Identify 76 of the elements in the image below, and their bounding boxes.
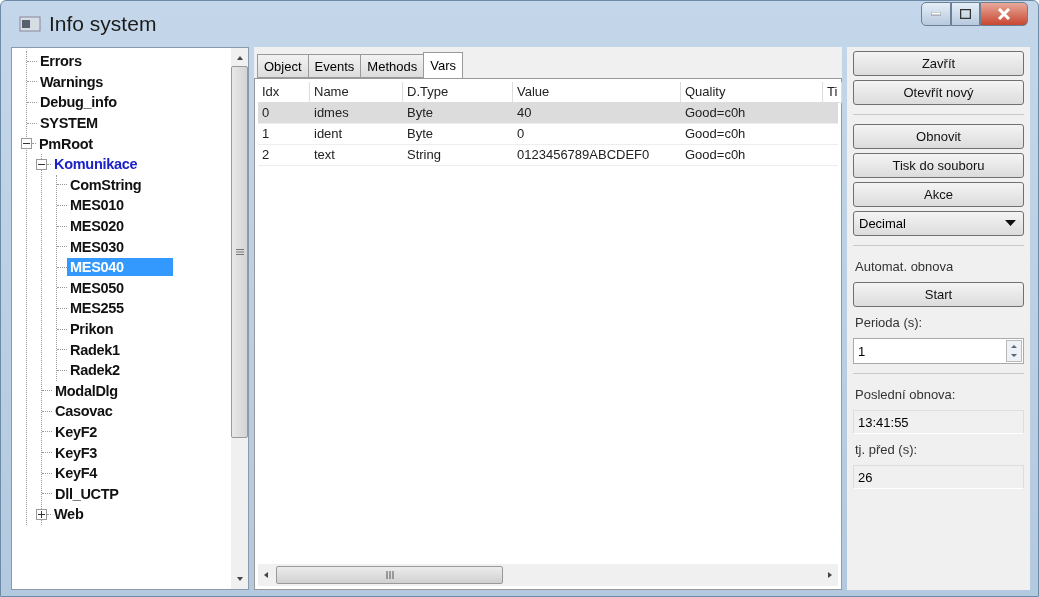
table-cell-text: Good=c0h	[684, 104, 747, 122]
tree-item[interactable]: PmRoot	[36, 134, 96, 153]
tab[interactable]: Events	[307, 54, 362, 78]
scroll-thumb[interactable]	[276, 566, 503, 584]
expand-icon[interactable]	[36, 508, 47, 520]
tree-item[interactable]: Casovac	[52, 402, 116, 421]
collapse-icon[interactable]	[21, 138, 32, 150]
table-cell-text: Good=c0h	[684, 146, 747, 164]
tree-item[interactable]: Warnings	[37, 72, 107, 91]
table-cell-text: text	[313, 146, 336, 164]
tree-item[interactable]: Radek1	[67, 340, 123, 359]
action-button[interactable]: Otevřít nový	[853, 80, 1024, 105]
scrollbar[interactable]	[231, 48, 248, 589]
table-cell-text: idmes	[313, 104, 350, 122]
field-label: Perioda (s):	[854, 314, 924, 332]
tree-item[interactable]: KeyF4	[52, 464, 101, 483]
tree-item[interactable]: ModalDlg	[52, 381, 121, 400]
scroll-down-icon[interactable]	[235, 575, 244, 583]
start-button[interactable]: Start	[853, 282, 1024, 307]
tree-item[interactable]: MES010	[67, 196, 127, 215]
tab[interactable]: Object	[257, 54, 309, 78]
table-cell-text: Good=c0h	[684, 125, 747, 143]
field-label: tj. před (s):	[854, 441, 919, 459]
scroll-up-icon[interactable]	[235, 54, 244, 62]
collapse-icon[interactable]	[36, 158, 47, 170]
period-field[interactable]: 1	[853, 338, 1024, 364]
action-button[interactable]: Tisk do souboru	[853, 153, 1024, 178]
spinner-icon[interactable]	[1006, 340, 1022, 362]
minimize-icon	[931, 12, 941, 16]
field-label: Automat. obnova	[854, 258, 955, 276]
readonly-field: 13:41:55	[853, 410, 1024, 434]
tree-item[interactable]: Radek2	[67, 361, 123, 380]
table-cell-text: Byte	[406, 125, 434, 143]
tree-item[interactable]: MES030	[67, 237, 127, 256]
field-label: Poslední obnova:	[854, 386, 957, 404]
table-cell-text: 40	[516, 104, 533, 122]
table-cell-text: ident	[313, 125, 344, 143]
maximize-button[interactable]	[951, 2, 980, 26]
table-cell-text: 2	[261, 146, 271, 164]
tree-item[interactable]: KeyF3	[52, 443, 101, 462]
tree-item[interactable]: Komunikace	[51, 155, 141, 174]
table-cell-text: 0	[261, 104, 271, 122]
caret-icon	[1005, 220, 1016, 227]
tree-item[interactable]: MES020	[67, 217, 127, 236]
scroll-left-icon[interactable]	[262, 571, 270, 579]
tree-item[interactable]: ComString	[67, 175, 145, 194]
tree-item[interactable]: MES255	[67, 299, 127, 318]
table-cell-text: 0	[516, 125, 526, 143]
tree-item[interactable]: MES050	[67, 278, 127, 297]
table-cell-text: Byte	[406, 104, 434, 122]
tree-item[interactable]: KeyF2	[52, 423, 101, 441]
scrollbar[interactable]	[258, 564, 838, 586]
tab[interactable]: Methods	[360, 54, 425, 78]
table-cell-text: 0123456789ABCDEF0	[516, 146, 651, 164]
tree-item[interactable]: Debug_info	[37, 93, 120, 112]
table-cell-text: 1	[261, 125, 271, 143]
close-button[interactable]	[980, 2, 1028, 26]
tree-item[interactable]: Prikon	[67, 320, 117, 338]
readonly-field: 26	[853, 465, 1024, 489]
format-dropdown[interactable]: Decimal	[853, 211, 1024, 236]
action-button[interactable]: Obnovit	[853, 124, 1024, 149]
action-button[interactable]: Zavřít	[853, 51, 1024, 76]
scroll-thumb[interactable]	[231, 66, 248, 438]
tree-item[interactable]: SYSTEM	[37, 114, 101, 133]
table-cell-text: String	[406, 146, 442, 164]
tree-item[interactable]: Errors	[37, 52, 85, 71]
action-button[interactable]: Akce	[853, 182, 1024, 207]
table-row[interactable]: 0 idmes Byte 40 Good=c0h	[258, 103, 838, 124]
tree-item[interactable]: Dll_UCTP	[52, 484, 122, 503]
close-icon	[997, 8, 1011, 20]
tab[interactable]: Vars	[423, 52, 463, 78]
maximize-icon	[960, 9, 971, 19]
app-icon	[19, 15, 41, 33]
window-title: Info system	[49, 12, 158, 36]
tree-item[interactable]: Web	[51, 505, 87, 524]
scroll-right-icon[interactable]	[826, 571, 834, 579]
